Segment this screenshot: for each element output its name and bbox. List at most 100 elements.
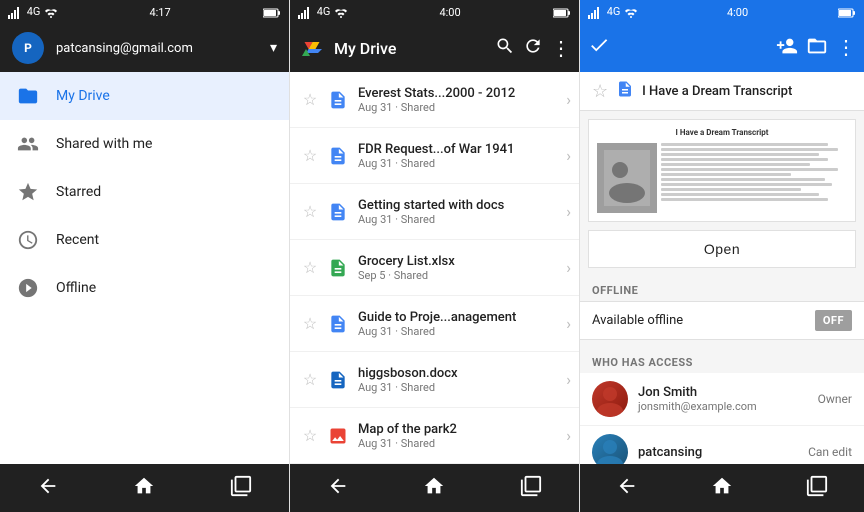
preview-body	[597, 143, 847, 213]
file-type-icon	[326, 144, 350, 168]
chevron-right-icon: ›	[566, 202, 571, 221]
access-email-jon: jonsmith@example.com	[638, 400, 808, 413]
preview-text	[661, 143, 847, 213]
doc-type-icon	[616, 80, 634, 102]
file-info: FDR Request...of War 1941 Aug 31 · Share…	[358, 142, 566, 170]
file-name: Getting started with docs	[358, 198, 566, 213]
mid-header-icons: ⋮	[495, 36, 571, 60]
drive-logo	[298, 34, 326, 62]
file-type-icon	[326, 88, 350, 112]
file-item[interactable]: ☆ higgsboson.docx Aug 31 · Shared ›	[290, 352, 579, 408]
avatar-pat	[592, 434, 628, 464]
offline-section-header: OFFLINE	[580, 276, 864, 301]
file-info: Map of the park2 Aug 31 · Shared	[358, 422, 566, 450]
preview-content: I Have a Dream Transcript	[589, 120, 855, 221]
home-button[interactable]	[711, 475, 733, 502]
chevron-right-icon: ›	[566, 146, 571, 165]
chevron-right-icon: ›	[566, 258, 571, 277]
sidebar-item-offline[interactable]: Offline	[0, 264, 289, 312]
file-name: FDR Request...of War 1941	[358, 142, 566, 157]
file-type-icon	[326, 312, 350, 336]
search-icon[interactable]	[495, 36, 515, 60]
sidebar-item-label: My Drive	[56, 88, 110, 104]
mid-time: 4:00	[439, 6, 460, 19]
file-item[interactable]: ☆ Grocery List.xlsx Sep 5 · Shared ›	[290, 240, 579, 296]
more-vert-icon[interactable]: ⋮	[836, 35, 856, 61]
check-icon[interactable]	[588, 34, 610, 62]
recents-button[interactable]	[806, 475, 828, 502]
more-vert-icon[interactable]: ⋮	[551, 36, 571, 60]
file-name: Map of the park2	[358, 422, 566, 437]
sidebar-item-label: Shared with me	[56, 136, 152, 152]
star-icon[interactable]: ☆	[298, 314, 322, 333]
chevron-right-icon: ›	[566, 370, 571, 389]
recents-button[interactable]	[520, 475, 542, 502]
file-meta: Aug 31 · Shared	[358, 213, 566, 226]
mid-battery	[553, 6, 571, 19]
file-meta: Sep 5 · Shared	[358, 269, 566, 282]
file-list: ☆ Everest Stats...2000 - 2012 Aug 31 · S…	[290, 72, 579, 464]
access-item-jon: Jon Smith jonsmith@example.com Owner	[580, 373, 864, 426]
home-button[interactable]	[423, 475, 445, 502]
back-button[interactable]	[37, 475, 59, 502]
folder-open-icon[interactable]	[806, 35, 828, 61]
sidebar-item-label: Recent	[56, 232, 99, 248]
star-icon[interactable]: ☆	[298, 258, 322, 277]
right-time: 4:00	[727, 6, 748, 19]
left-panel: 4G 4:17 P patcansing@gmail.com ▾	[0, 0, 290, 512]
right-header-icons: ⋮	[776, 35, 856, 61]
chevron-right-icon: ›	[566, 314, 571, 333]
sidebar-item-my-drive[interactable]: My Drive	[0, 72, 289, 120]
left-time: 4:17	[149, 6, 170, 19]
refresh-icon[interactable]	[523, 36, 543, 60]
file-type-icon	[326, 368, 350, 392]
file-item[interactable]: ☆ FDR Request...of War 1941 Aug 31 · Sha…	[290, 128, 579, 184]
offline-row: Available offline OFF	[580, 301, 864, 340]
file-info: higgsboson.docx Aug 31 · Shared	[358, 366, 566, 394]
file-item[interactable]: ☆ Getting started with docs Aug 31 · Sha…	[290, 184, 579, 240]
star-icon[interactable]: ☆	[298, 370, 322, 389]
sidebar-item-starred[interactable]: Starred	[0, 168, 289, 216]
chevron-down-icon[interactable]: ▾	[270, 40, 277, 56]
sidebar-item-recent[interactable]: Recent	[0, 216, 289, 264]
drive-folder-icon	[16, 84, 40, 108]
file-item[interactable]: ☆ Everest Stats...2000 - 2012 Aug 31 · S…	[290, 72, 579, 128]
star-icon[interactable]: ☆	[298, 426, 322, 445]
avatar-jon	[592, 381, 628, 417]
back-button[interactable]	[616, 475, 638, 502]
sidebar-item-label: Starred	[56, 184, 101, 200]
file-item[interactable]: ☆ Guide to Proje...anagement Aug 31 · Sh…	[290, 296, 579, 352]
mid-title: My Drive	[334, 39, 487, 58]
left-nav: My Drive Shared with me Starred	[0, 72, 289, 464]
file-name: Grocery List.xlsx	[358, 254, 566, 269]
file-info: Getting started with docs Aug 31 · Share…	[358, 198, 566, 226]
open-button[interactable]: Open	[588, 230, 856, 268]
middle-panel: 4G 4:00 My Drive	[290, 0, 580, 512]
file-meta: Aug 31 · Shared	[358, 325, 566, 338]
access-name-pat: patcansing	[638, 445, 798, 460]
right-battery	[838, 6, 856, 19]
left-status-bar: 4G 4:17	[0, 0, 289, 24]
back-button[interactable]	[327, 475, 349, 502]
right-status-bar: 4G 4:00	[580, 0, 864, 24]
person-add-icon[interactable]	[776, 35, 798, 61]
access-role-jon: Owner	[818, 392, 852, 406]
clock-icon	[16, 228, 40, 252]
star-icon[interactable]: ☆	[298, 146, 322, 165]
right-content: ☆ I Have a Dream Transcript I Have a Dre…	[580, 72, 864, 464]
star-icon[interactable]: ☆	[298, 202, 322, 221]
sidebar-item-shared[interactable]: Shared with me	[0, 120, 289, 168]
file-info: Guide to Proje...anagement Aug 31 · Shar…	[358, 310, 566, 338]
left-battery	[263, 6, 281, 19]
file-meta: Aug 31 · Shared	[358, 157, 566, 170]
mid-bottom-bar	[290, 464, 579, 512]
offline-toggle[interactable]: OFF	[815, 310, 852, 331]
recents-button[interactable]	[230, 475, 252, 502]
home-button[interactable]	[133, 475, 155, 502]
star-icon[interactable]: ☆	[298, 90, 322, 109]
doc-star-icon[interactable]: ☆	[592, 81, 608, 102]
file-item[interactable]: ☆ Map of the park2 Aug 31 · Shared ›	[290, 408, 579, 464]
file-info: Grocery List.xlsx Sep 5 · Shared	[358, 254, 566, 282]
access-role-pat: Can edit	[808, 445, 852, 459]
access-section-header: WHO HAS ACCESS	[580, 348, 864, 373]
